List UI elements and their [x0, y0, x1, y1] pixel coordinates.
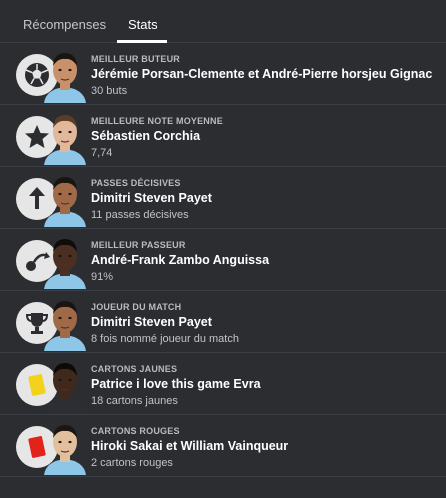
award-row[interactable]: PASSES DÉCISIVES Dimitri Steven Payet 11 p…: [0, 167, 446, 229]
award-value: 8 fois nommé joueur du match: [91, 333, 239, 345]
award-value: 91%: [91, 271, 114, 283]
award-value: 18 cartons jaunes: [91, 395, 178, 407]
award-category: CARTONS ROUGES: [91, 426, 180, 436]
stats-panel: Récompenses Stats MEILLEUR BUTEUR Jérémie…: [0, 0, 446, 498]
award-category: MEILLEURE NOTE MOYENNE: [91, 116, 223, 126]
award-category: JOUEUR DU MATCH: [91, 302, 182, 312]
player-name[interactable]: Hiroki Sakai et William Vainqueur: [91, 439, 288, 453]
tab-recompenses[interactable]: Récompenses: [23, 17, 106, 32]
award-value: 2 cartons rouges: [91, 457, 173, 469]
player-name[interactable]: Sébastien Corchia: [91, 129, 200, 143]
award-category: MEILLEUR BUTEUR: [91, 54, 180, 64]
player-name[interactable]: Jérémie Porsan-Clemente et André-Pierre …: [91, 67, 432, 81]
award-row[interactable]: CARTONS JAUNES Patrice i love this game E…: [0, 353, 446, 415]
player-name[interactable]: Dimitri Steven Payet: [91, 191, 212, 205]
award-row[interactable]: MEILLEURE NOTE MOYENNE Sébastien Corchia 7…: [0, 105, 446, 167]
award-row[interactable]: JOUEUR DU MATCH Dimitri Steven Payet 8 foi…: [0, 291, 446, 353]
player-name[interactable]: André-Frank Zambo Anguissa: [91, 253, 269, 267]
player-portrait: [42, 173, 88, 227]
player-portrait: [42, 235, 88, 289]
player-portrait: [42, 297, 88, 351]
player-name[interactable]: Dimitri Steven Payet: [91, 315, 212, 329]
player-name[interactable]: Patrice i love this game Evra: [91, 377, 261, 391]
awards-list: MEILLEUR BUTEUR Jérémie Porsan-Clemente e…: [0, 43, 446, 477]
award-value: 30 buts: [91, 85, 128, 97]
award-category: MEILLEUR PASSEUR: [91, 240, 186, 250]
player-portrait: [42, 359, 88, 413]
player-portrait: [42, 421, 88, 475]
award-category: PASSES DÉCISIVES: [91, 178, 181, 188]
award-value: 7,74: [91, 147, 113, 159]
award-category: CARTONS JAUNES: [91, 364, 178, 374]
tab-bar: Récompenses Stats: [0, 0, 446, 43]
player-portrait: [42, 111, 88, 165]
award-value: 11 passes décisives: [91, 209, 189, 221]
award-row[interactable]: MEILLEUR BUTEUR Jérémie Porsan-Clemente e…: [0, 43, 446, 105]
award-row[interactable]: MEILLEUR PASSEUR André-Frank Zambo Anguis…: [0, 229, 446, 291]
award-row[interactable]: CARTONS ROUGES Hiroki Sakai et William Va…: [0, 415, 446, 477]
tab-stats[interactable]: Stats: [128, 17, 158, 32]
player-portrait: [42, 49, 88, 103]
